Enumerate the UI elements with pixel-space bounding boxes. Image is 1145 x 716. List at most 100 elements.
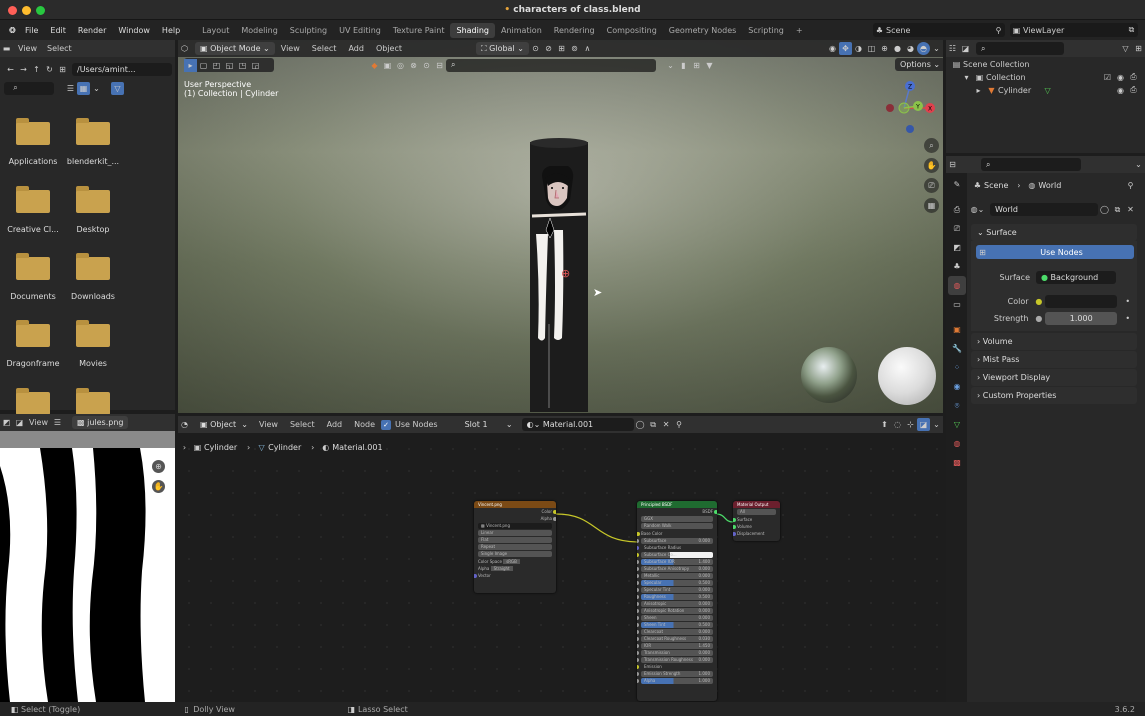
socket[interactable] [733,517,736,522]
checkbox-icon[interactable]: ☑ [1101,71,1114,84]
bsdf-input-row[interactable]: Subsurface Radius [637,545,713,551]
options-icon[interactable]: ⌄ [1132,158,1145,171]
bsdf-input-row[interactable]: Subsurface IOR 1.400 [637,559,713,565]
socket[interactable] [553,516,556,521]
proportional-edit-icon[interactable]: ⊚ [568,42,581,55]
unlink-icon[interactable]: ✕ [1124,203,1137,216]
fake-user-icon[interactable]: ◯ [1098,203,1111,216]
funnel-icon[interactable]: ▼ [703,59,716,72]
view-layer-tab-icon[interactable]: ◩ [948,238,966,257]
add-workspace-button[interactable]: + [790,23,809,38]
select-subtract-icon[interactable]: ◱ [223,59,236,72]
object-color-icon[interactable]: ◆ [368,59,381,72]
constraints-tab-icon[interactable]: ⌾ [948,396,966,415]
refresh-icon[interactable]: ↻ [43,63,56,76]
camera-icon[interactable]: ⎙ [1127,84,1140,97]
object-tab-icon[interactable]: ▣ [948,320,966,339]
socket[interactable] [637,567,639,571]
socket[interactable] [637,546,639,550]
eye-icon[interactable]: ◉ [1114,84,1127,97]
bsdf-input-row[interactable]: Specular 0.500 [637,580,713,586]
file-menu-view[interactable]: View [13,44,42,53]
forward-icon[interactable]: → [17,63,30,76]
file-search-input[interactable]: ⌕ [4,81,54,95]
back-icon[interactable]: ← [4,63,17,76]
solid-shading-icon[interactable]: ● [891,42,904,55]
viewport-menu-object[interactable]: Object [370,44,408,53]
shading-options-icon[interactable]: ⌄ [930,42,943,55]
tool-tab-icon[interactable]: ✎ [948,175,966,194]
filter-icon[interactable]: ▽ [1119,42,1132,55]
editor-type-icon[interactable]: ▬ [0,42,13,55]
minimize-window-button[interactable] [22,6,31,15]
new-view-layer-icon[interactable]: ⧉ [1125,24,1138,37]
source-dropdown[interactable]: Single Image [478,551,552,557]
socket[interactable] [637,616,639,620]
keyframe-icon[interactable]: • [1121,295,1134,308]
navigation-gizmo[interactable]: Z X Y [878,80,940,136]
menu-render[interactable]: Render [72,26,112,35]
folder-item[interactable]: Downloads [63,253,123,301]
alpha-output-socket[interactable]: Alpha [474,515,556,522]
view-layer-selector[interactable]: ▣ ViewLayer ⧉ [1010,23,1138,37]
folder-item[interactable]: Dragonframe [3,320,63,368]
viewport-display-panel-header[interactable]: › Viewport Display [971,369,1137,386]
rendered-shading-icon[interactable]: ◓ [917,42,930,55]
folder-item[interactable]: Documents [3,253,63,301]
output-target-dropdown[interactable]: All [737,509,776,515]
socket[interactable] [637,679,639,683]
bsdf-input-row[interactable]: Metallic 0.000 [637,573,713,579]
socket[interactable] [637,531,640,536]
expand-icon[interactable]: ▾ [960,71,973,84]
viewport-menu-view[interactable]: View [275,44,306,53]
lights-icon[interactable]: ⊙ [420,59,433,72]
socket[interactable] [637,602,639,606]
perspective-toggle-icon[interactable]: ▦ [924,198,939,213]
socket[interactable] [637,644,639,648]
socket[interactable] [474,573,477,578]
transform-orientation-dropdown[interactable]: ⛶ Global ⌄ [476,42,529,55]
surface-input-socket[interactable]: Surface [733,516,780,523]
snap-increment-icon[interactable]: ◎ [394,59,407,72]
socket[interactable] [637,574,639,578]
socket[interactable] [637,595,639,599]
snap-icon[interactable]: ⊘ [542,42,555,55]
socket[interactable] [733,524,736,529]
camera-view-icon[interactable]: ⎚ [924,178,939,193]
distribution-dropdown[interactable]: GGX [641,516,713,522]
thumbnail-view-icon[interactable]: ▦ [77,81,90,95]
bookmark-icon[interactable]: ▮ [677,59,690,72]
bsdf-input-row[interactable]: Alpha 1.000 [637,678,713,684]
socket[interactable] [733,531,736,536]
tab-sculpting[interactable]: Sculpting [284,23,333,38]
image-texture-node[interactable]: Vincent.png Color Alpha ▩ Vincent.png Li… [474,501,556,593]
pin-icon[interactable]: ⚲ [992,24,1005,37]
socket[interactable] [637,630,639,634]
bsdf-input-row[interactable]: Clearcoat Roughness 0.030 [637,636,713,642]
expand-icon[interactable]: ▸ [972,84,985,97]
bsdf-input-row[interactable]: Emission Strength 1.000 [637,671,713,677]
scene-selector[interactable]: ♣ Scene ⚲ [873,23,1005,37]
surface-shader-selector[interactable]: ● Background [1036,270,1116,284]
new-collection-icon[interactable]: ⊞ [1132,42,1145,55]
world-icon[interactable]: ◍⌄ [971,203,985,216]
material-shading-icon[interactable]: ◕ [904,42,917,55]
mist-pass-panel-header[interactable]: › Mist Pass [971,351,1137,368]
socket[interactable] [637,623,639,627]
falloff-icon[interactable]: ∧ [581,42,594,55]
float-socket-icon[interactable]: ● [1033,312,1046,325]
folder-item[interactable] [3,388,63,415]
select-new-icon[interactable]: ▢ [197,59,210,72]
editor-type-icon[interactable]: ☷ [946,42,959,55]
bsdf-input-row[interactable]: IOR 1.450 [637,643,713,649]
texture-tab-icon[interactable]: ▩ [948,453,966,472]
tab-modeling[interactable]: Modeling [235,23,283,38]
editor-type-icon[interactable]: ⬡ [178,42,191,55]
3d-viewport[interactable]: ⬡ ▣ Object Mode ⌄ View Select Add Object… [178,40,943,413]
modifier-tab-icon[interactable]: 🔧 [948,339,966,358]
xray-icon[interactable]: ◫ [865,42,878,55]
collection-tab-icon[interactable]: ▭ [948,295,966,314]
volume-panel-header[interactable]: › Volume [971,333,1137,350]
eye-icon[interactable]: ◉ [1114,71,1127,84]
wireframe-shading-icon[interactable]: ⊕ [878,42,891,55]
